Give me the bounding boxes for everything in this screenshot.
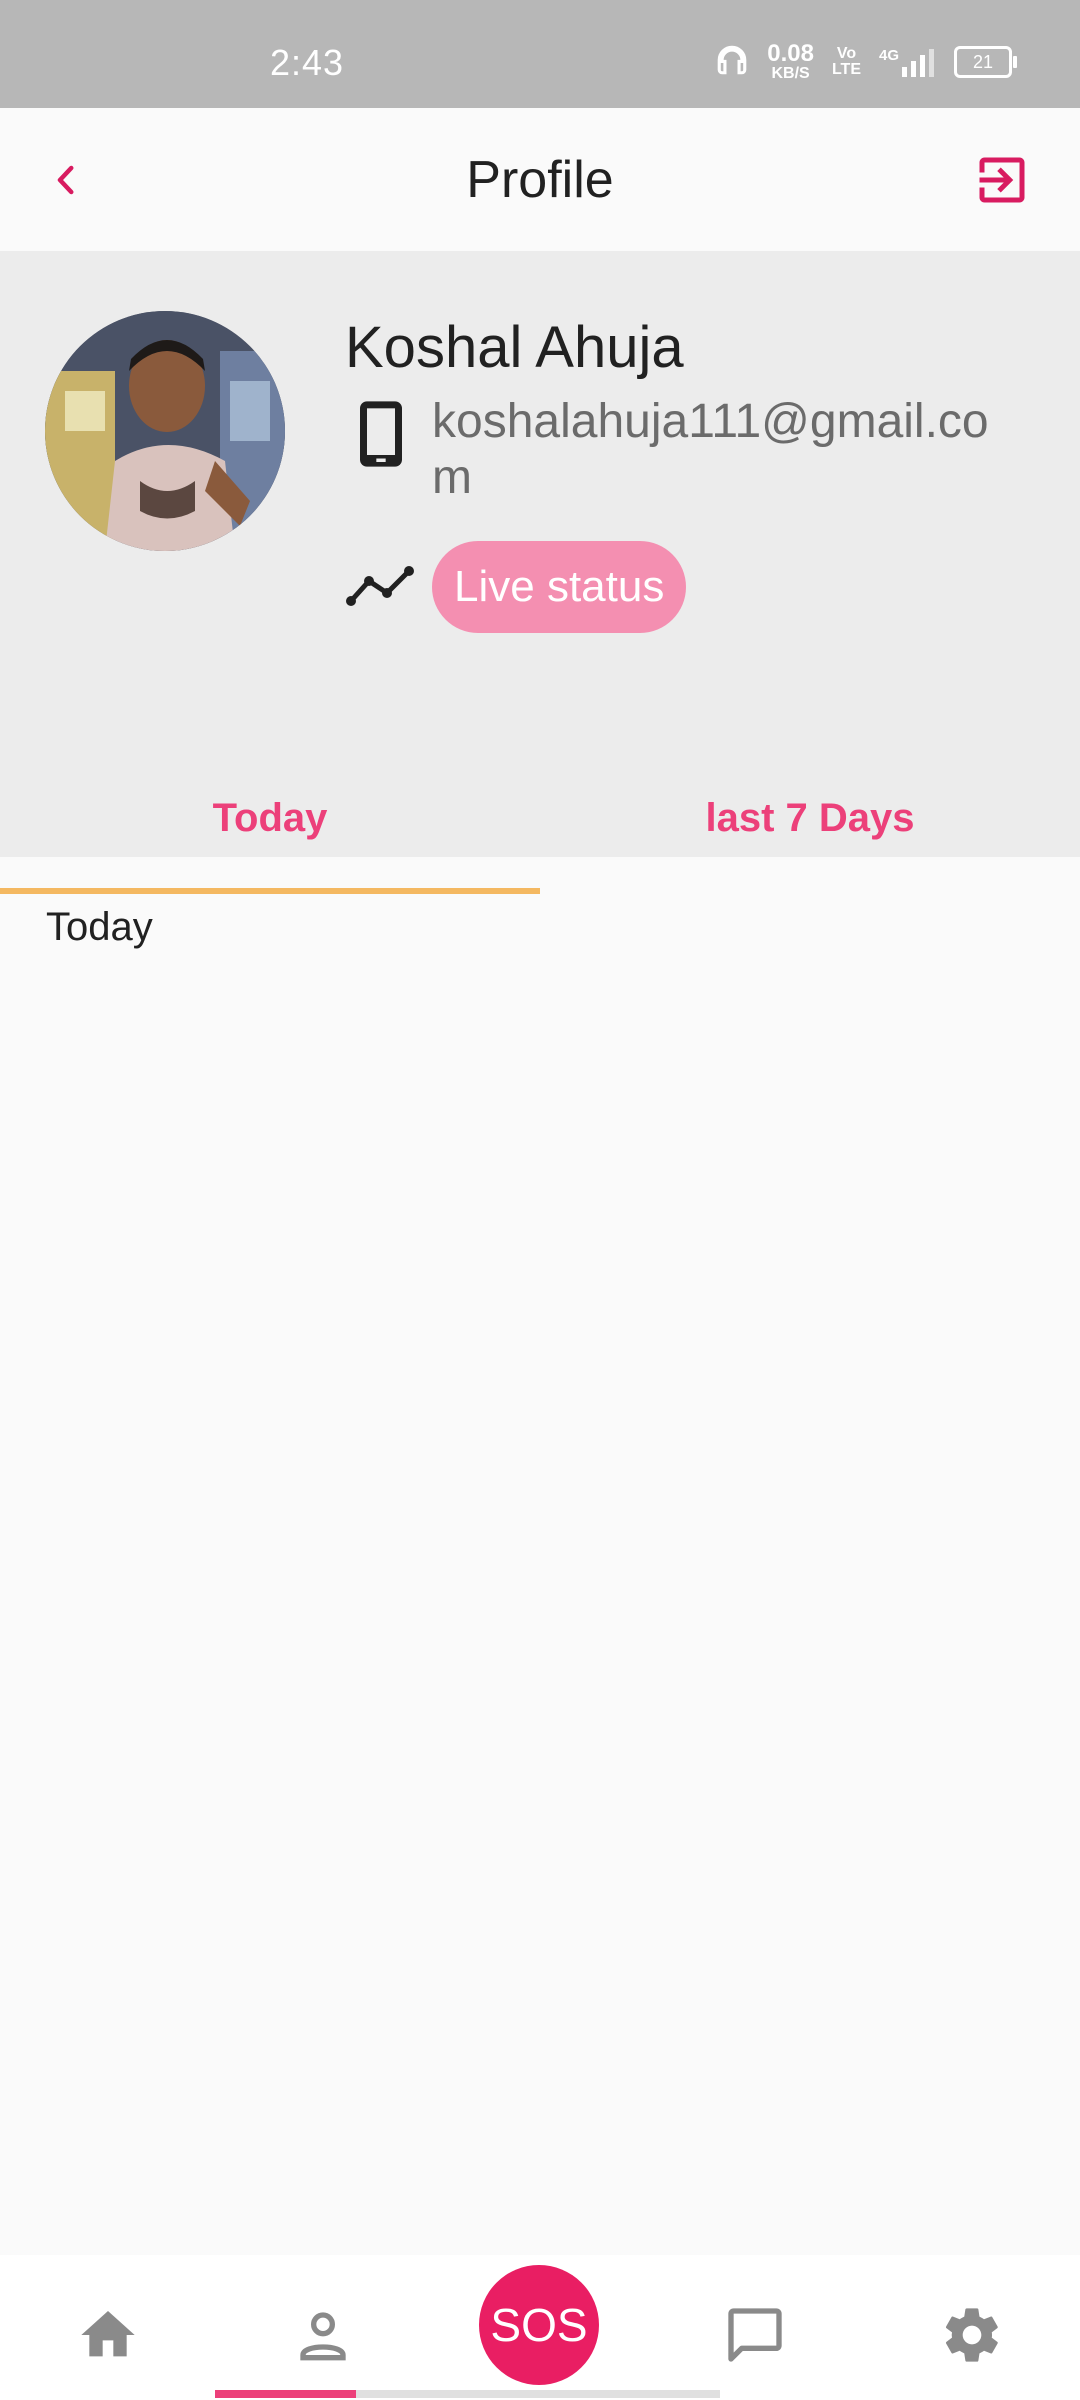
gear-icon: [945, 2308, 998, 2362]
live-status-button[interactable]: Live status: [432, 541, 687, 633]
nav-progress-track: [215, 2390, 720, 2398]
nav-settings[interactable]: [932, 2295, 1012, 2375]
user-email: koshalahuja111@gmail.com: [432, 395, 989, 504]
page-title: Profile: [466, 151, 614, 209]
sos-button[interactable]: SOS: [479, 2265, 599, 2385]
battery-level: 21: [972, 51, 994, 72]
battery-icon: 21: [954, 46, 1017, 78]
tab-indicator: [0, 888, 540, 894]
network-speed-unit: KB/S: [771, 65, 810, 82]
volte-bottom: LTE: [831, 61, 861, 78]
chat-icon: [728, 2308, 782, 2362]
logout-button[interactable]: [970, 148, 1034, 212]
nav-home[interactable]: [68, 2295, 148, 2375]
profile-screen: 2:43 0.08 KB/S Vo LTE 4G 21 Profile Kosh…: [0, 0, 1080, 2400]
signal-icon: 4G: [879, 47, 936, 77]
tab-today[interactable]: Today: [0, 796, 540, 841]
volte-indicator: Vo LTE: [832, 46, 861, 78]
user-name: Koshal Ahuja: [345, 315, 684, 380]
tab-last-7-days[interactable]: last 7 Days: [540, 796, 1080, 841]
network-type: 4G: [878, 47, 899, 64]
volte-top: Vo: [836, 45, 857, 62]
nav-profile[interactable]: [283, 2295, 363, 2375]
status-time: 2:43: [270, 42, 345, 83]
nav-chat[interactable]: [715, 2295, 795, 2375]
phone-icon: [360, 401, 402, 467]
profile-header: Koshal Ahuja koshalahuja111@gmail.com Li…: [0, 251, 1080, 857]
bottom-nav: SOS: [0, 2255, 1080, 2400]
nav-progress-fill: [215, 2390, 357, 2398]
status-bar: 2:43 0.08 KB/S Vo LTE 4G 21: [0, 0, 1080, 108]
avatar[interactable]: [45, 311, 285, 551]
exit-icon: [979, 157, 1025, 203]
headphones-icon: [715, 43, 749, 82]
section-label: Today: [46, 905, 153, 949]
network-speed: 0.08 KB/S: [767, 42, 814, 82]
network-speed-value: 0.08: [767, 40, 814, 67]
app-bar: Profile: [0, 108, 1080, 251]
activity-trend-icon: [346, 566, 414, 606]
home-icon: [81, 2311, 135, 2357]
status-icons: 0.08 KB/S Vo LTE 4G 21: [715, 42, 1017, 82]
person-icon: [300, 2312, 346, 2361]
